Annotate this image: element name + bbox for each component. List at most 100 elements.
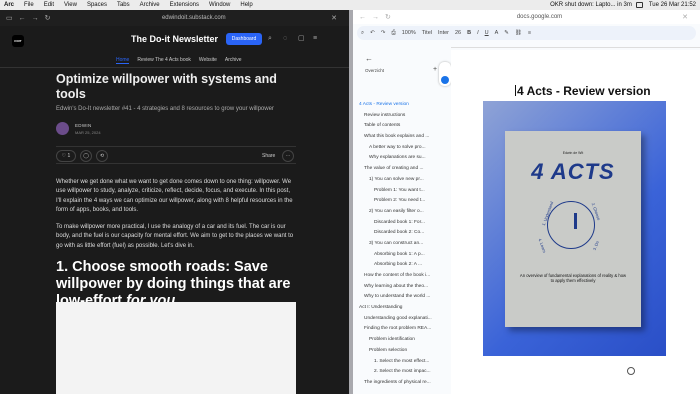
ruler[interactable] — [451, 42, 700, 48]
close-icon-right[interactable]: ✕ — [682, 13, 688, 21]
outline-item[interactable]: Review instructions — [357, 111, 449, 122]
zoom-select[interactable]: 100% — [402, 30, 416, 36]
nav-archive[interactable]: Archive — [225, 57, 242, 64]
menu-view[interactable]: View — [64, 0, 77, 10]
outline-item[interactable]: Understanding good explanati... — [357, 314, 449, 325]
outline-item[interactable]: Discarded book 2: Co... — [357, 228, 449, 239]
document-title[interactable]: 4 Acts - Review version — [515, 84, 651, 98]
outline-item[interactable]: Problem 1: You want t... — [357, 186, 449, 197]
outline-item[interactable]: Finding the root problem REA... — [357, 324, 449, 335]
align-icon[interactable]: ≡ — [528, 30, 531, 36]
link-icon[interactable]: ⛓ — [515, 30, 522, 36]
forward-icon-right[interactable]: → — [372, 14, 379, 21]
dashboard-button[interactable]: Dashboard — [226, 33, 262, 45]
outline-item[interactable]: 4 Acts - Review version — [357, 100, 449, 111]
outline-item[interactable]: 1. Select the most effect... — [357, 357, 449, 368]
italic-button[interactable]: I — [477, 30, 479, 36]
article-subtitle: Edwin's Do-It newsletter #41 - 4 strateg… — [56, 106, 274, 112]
add-tab-icon[interactable]: + — [433, 66, 437, 73]
font-size-input[interactable]: 26 — [455, 30, 461, 36]
nav-home[interactable]: Home — [116, 57, 130, 64]
menu-window[interactable]: Window — [209, 0, 230, 10]
menu-extensions[interactable]: Extensions — [170, 0, 199, 10]
outline-item[interactable]: 1) You can solve new pr... — [357, 175, 449, 186]
comment-button[interactable]: ◯ — [80, 150, 92, 162]
outline-item[interactable]: The ingredients of physical re... — [357, 378, 449, 389]
avatar[interactable] — [56, 122, 69, 135]
filter-badge — [441, 76, 449, 84]
url-bar-right[interactable]: docs.google.com — [397, 14, 682, 20]
filter-panel-button[interactable] — [439, 62, 451, 86]
reload-icon[interactable]: ↻ — [45, 14, 51, 22]
outline-item[interactable]: 2) You can easily filter o... — [357, 207, 449, 218]
menu-file[interactable]: File — [24, 0, 34, 10]
font-select[interactable]: Inter — [438, 30, 449, 36]
nav-review[interactable]: Review The 4 Acts book — [137, 57, 191, 64]
nav-website[interactable]: Website — [199, 57, 217, 64]
forward-icon[interactable]: → — [32, 15, 39, 22]
notes-icon[interactable]: ▢ — [298, 35, 305, 42]
search-menus-icon[interactable]: ⌕ — [361, 30, 364, 37]
chat-icon[interactable]: ◌ — [283, 35, 290, 42]
text-color-button[interactable]: A — [495, 30, 499, 36]
menu-icon[interactable]: ≡ — [313, 35, 320, 42]
menu-edit[interactable]: Edit — [44, 0, 54, 10]
outline-item[interactable]: Why learning about the theo... — [357, 282, 449, 293]
publication-nav: Home Review The 4 Acts book Website Arch… — [116, 57, 250, 64]
battery-icon[interactable] — [635, 2, 643, 8]
app-menu[interactable]: Arc — [4, 0, 14, 10]
print-icon[interactable]: ⎙ — [391, 30, 395, 37]
reload-icon-right[interactable]: ↻ — [385, 13, 391, 21]
clock[interactable]: Tue 26 Mar 21:52 — [649, 0, 696, 10]
close-icon[interactable]: ✕ — [331, 14, 337, 22]
author-row: EDWIN MAR 25, 2024 — [56, 120, 296, 142]
sidebar-toggle-icon[interactable]: ▭ — [6, 14, 13, 22]
outline-item[interactable]: Why explanations are su... — [357, 153, 449, 164]
outline-item[interactable]: Problem 2: You need t... — [357, 196, 449, 207]
url-bar[interactable]: edwindoit.substack.com — [57, 15, 332, 21]
underline-button[interactable]: U — [485, 30, 489, 36]
outline-item[interactable]: Absorbing book 2: A ... — [357, 260, 449, 271]
bold-button[interactable]: B — [467, 30, 471, 36]
outline-item[interactable]: The value of creating and ... — [357, 164, 449, 175]
more-icon: ⋯ — [285, 153, 291, 159]
explore-icon[interactable] — [627, 367, 635, 375]
like-button[interactable]: ♡ 1 — [56, 150, 76, 162]
author-name[interactable]: EDWIN — [75, 123, 92, 128]
calendar-notification[interactable]: OKR shut down: Lapto... in 3m — [550, 0, 632, 10]
menu-archive[interactable]: Archive — [140, 0, 160, 10]
outline-item[interactable]: Discarded book 1: For... — [357, 218, 449, 229]
search-icon[interactable]: ⌕ — [268, 35, 275, 42]
undo-icon[interactable]: ↶ — [370, 30, 375, 36]
highlight-icon[interactable]: ✎ — [504, 30, 509, 36]
outline-item[interactable]: Problem identification — [357, 335, 449, 346]
outline-item[interactable]: How the content of the book i... — [357, 271, 449, 282]
more-button[interactable]: ⋯ — [282, 150, 294, 162]
like-count: 1 — [67, 153, 71, 159]
outline-item[interactable]: Problem selection — [357, 346, 449, 357]
redo-icon[interactable]: ↷ — [381, 30, 386, 36]
outline-item[interactable]: Act I: Understanding — [357, 303, 449, 314]
book-subtitle: An overview of fundamental explanations … — [519, 273, 627, 284]
document-page: 4 Acts - Review version Edwin de Wit 4 A… — [451, 50, 700, 394]
outline-sidebar: ← Overzicht + 4 Acts - Review version Rev… — [353, 50, 449, 394]
back-icon-right[interactable]: ← — [359, 14, 366, 21]
post-actions: ♡ 1 ◯ ⟲ Share ⋯ — [56, 146, 296, 164]
outline-item[interactable]: 2. Select the most impac... — [357, 367, 449, 378]
share-button[interactable]: Share — [262, 150, 275, 162]
menu-tabs[interactable]: Tabs — [117, 0, 130, 10]
back-icon[interactable]: ← — [19, 15, 26, 22]
outline-item[interactable]: Absorbing book 1: A p... — [357, 250, 449, 261]
style-select[interactable]: Titel — [422, 30, 432, 36]
outline-item[interactable]: A better way to solve pro... — [357, 143, 449, 154]
outline-item[interactable]: Why to understand the world ... — [357, 292, 449, 303]
menu-help[interactable]: Help — [240, 0, 252, 10]
book-author: Edwin de Wit — [562, 151, 584, 155]
outline-item[interactable]: 3) You can construct an... — [357, 239, 449, 250]
restack-button[interactable]: ⟲ — [96, 150, 108, 162]
outline-item[interactable]: What this book explains and ... — [357, 132, 449, 143]
menu-spaces[interactable]: Spaces — [87, 0, 107, 10]
close-outline-icon[interactable]: ← — [365, 54, 373, 63]
book-title: 4 ACTS — [531, 159, 615, 184]
outline-item[interactable]: Table of contents — [357, 121, 449, 132]
